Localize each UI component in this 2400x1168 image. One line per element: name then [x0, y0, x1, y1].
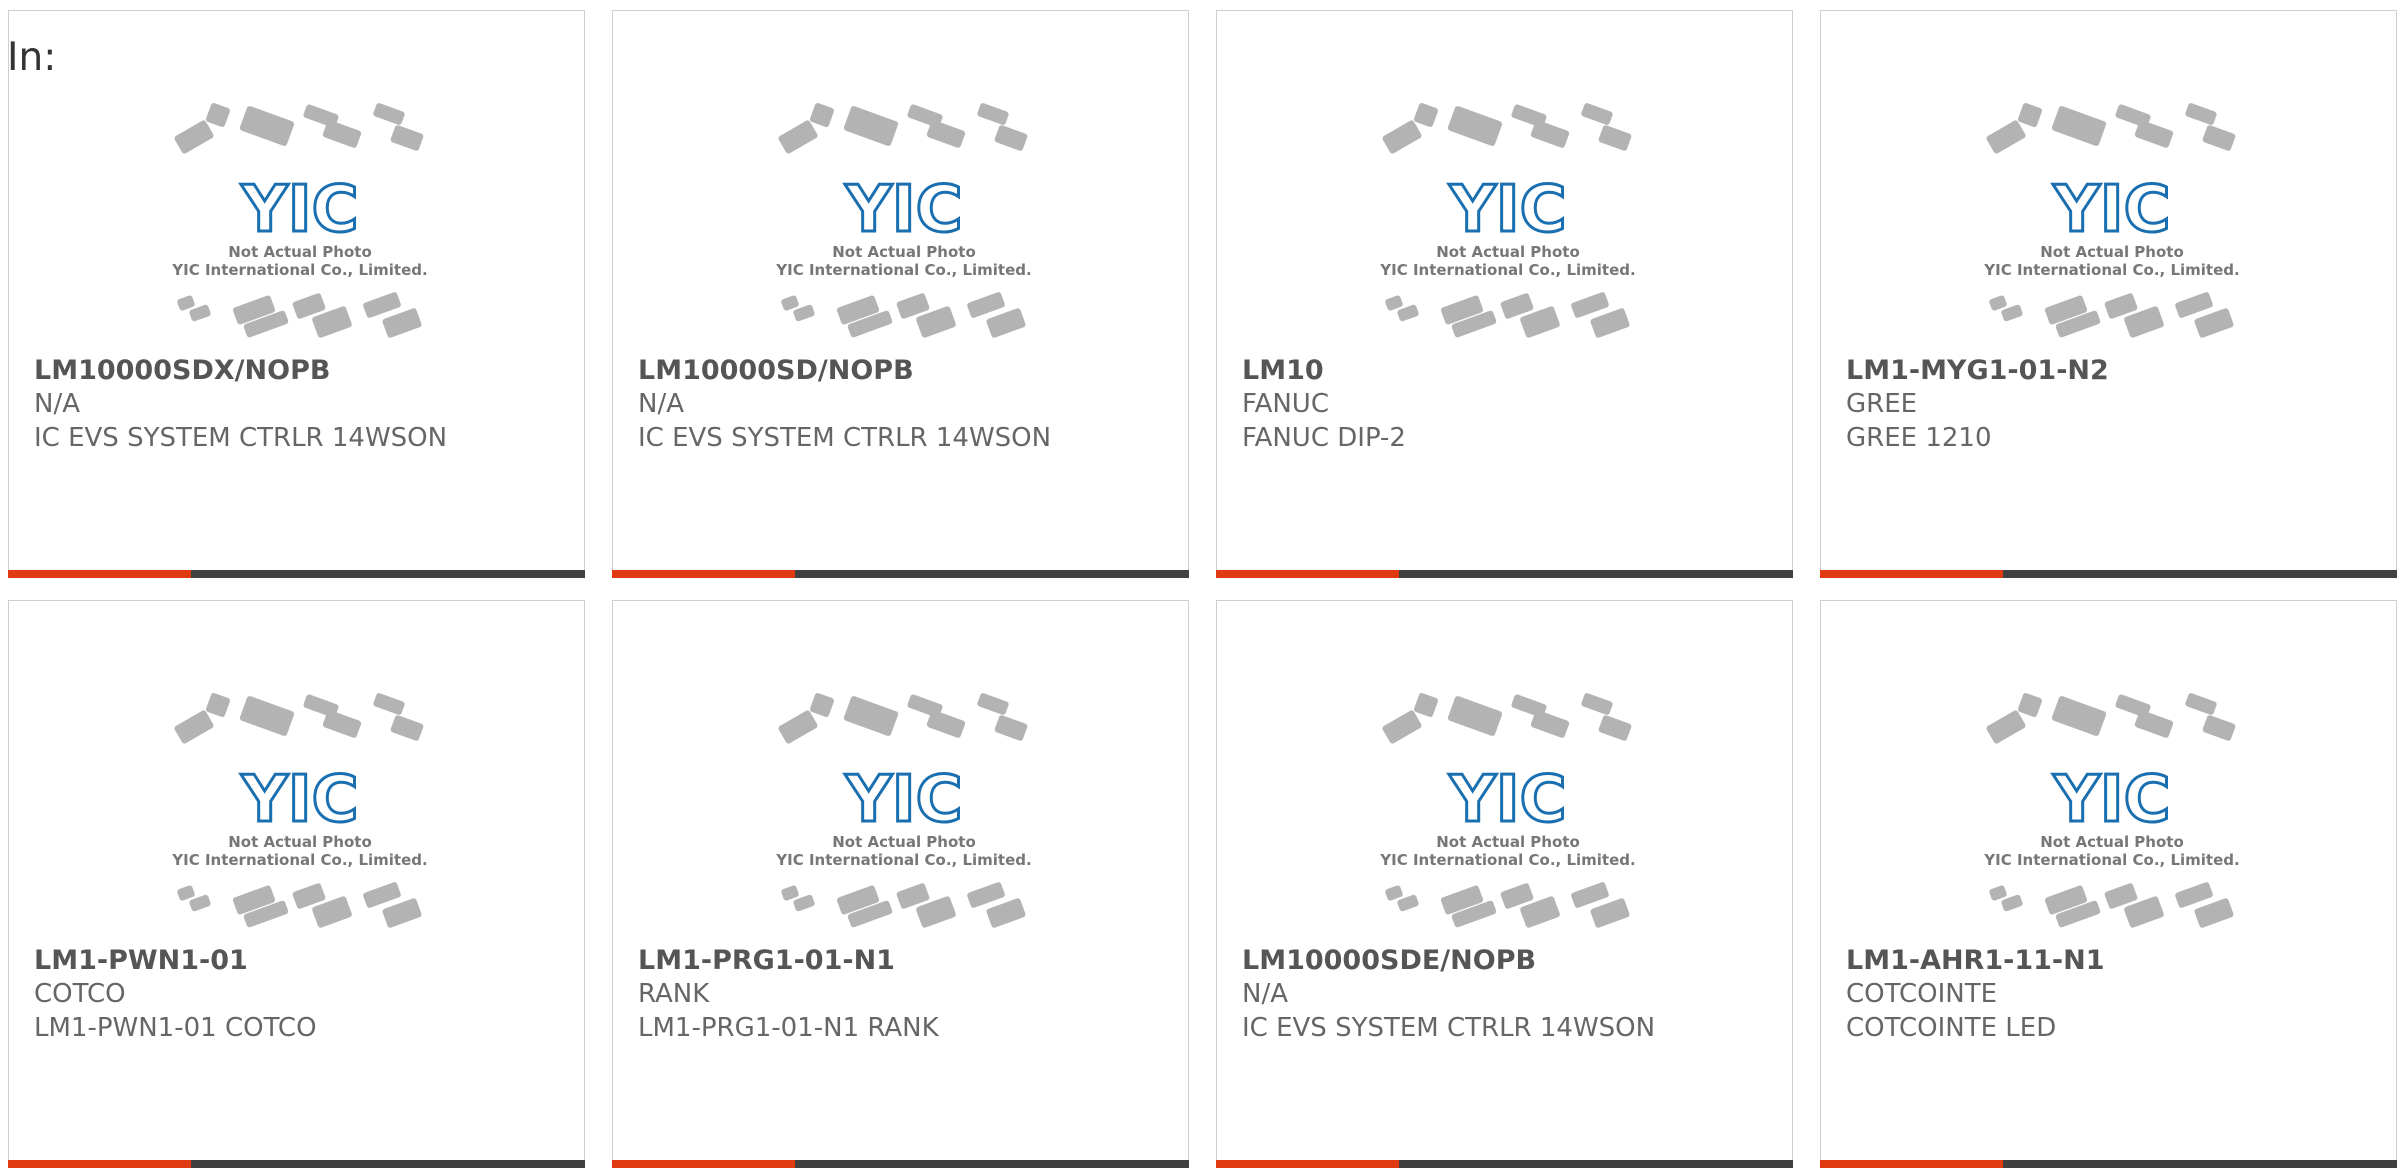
svg-text:Not Actual Photo: Not Actual Photo [2040, 243, 2184, 261]
card-bar-accent [1216, 1160, 1399, 1168]
product-thumbnail: YICNot Actual PhotoYIC International Co.… [1379, 693, 1636, 928]
svg-text:Not Actual Photo: Not Actual Photo [228, 243, 372, 261]
product-card[interactable]: YIC Not Actual Photo YIC International Co.… [8, 10, 585, 578]
part-number[interactable]: LM10000SD/NOPB [638, 355, 914, 386]
svg-text:YIC International Co., Limited: YIC International Co., Limited. [1379, 261, 1635, 279]
product-card[interactable]: YIC Not Actual Photo YIC International Co.… [8, 600, 585, 1168]
part-number[interactable]: LM1-PWN1-01 [34, 945, 248, 976]
card-bar-accent [8, 1160, 191, 1168]
manufacturer: N/A [1242, 979, 1288, 1009]
card-bar-accent [1820, 1160, 2003, 1168]
manufacturer: FANUC [1242, 389, 1329, 419]
svg-text:YIC International Co., Limited: YIC International Co., Limited. [171, 261, 427, 279]
svg-text:Not Actual Photo: Not Actual Photo [832, 833, 976, 851]
svg-text:Not Actual Photo: Not Actual Photo [832, 243, 976, 261]
svg-text:Not Actual Photo: Not Actual Photo [1436, 243, 1580, 261]
part-number[interactable]: LM1-PRG1-01-N1 [638, 945, 895, 976]
part-number[interactable]: LM1-AHR1-11-N1 [1846, 945, 2105, 976]
svg-text:YIC: YIC [240, 173, 358, 247]
card-bar [1820, 570, 2397, 578]
product-card[interactable]: YIC Not Actual Photo YIC International Co.… [612, 600, 1189, 1168]
product-thumbnail: YICNot Actual PhotoYIC International Co.… [1379, 103, 1636, 338]
description: LM1-PRG1-01-N1 RANK [638, 1013, 939, 1043]
manufacturer: COTCOINTE [1846, 979, 1998, 1009]
svg-text:YIC: YIC [844, 173, 962, 247]
product-card[interactable]: YIC Not Actual Photo YIC International Co.… [1820, 10, 2397, 578]
part-number[interactable]: LM10000SDX/NOPB [34, 355, 330, 386]
card-bar-accent [8, 570, 191, 578]
manufacturer: COTCO [34, 979, 126, 1009]
product-thumbnail: YICNot Actual PhotoYIC International Co.… [775, 103, 1032, 338]
manufacturer: N/A [638, 389, 684, 419]
card-bar-accent [612, 1160, 795, 1168]
svg-text:Not Actual Photo: Not Actual Photo [228, 833, 372, 851]
svg-text:YIC International Co., Limited: YIC International Co., Limited. [1379, 851, 1635, 869]
description: LM1-PWN1-01 COTCO [34, 1013, 317, 1043]
manufacturer: N/A [34, 389, 80, 419]
description: FANUC DIP-2 [1242, 423, 1406, 453]
svg-text:YIC: YIC [2052, 173, 2170, 247]
svg-text:Not Actual Photo: Not Actual Photo [1436, 833, 1580, 851]
product-card[interactable]: YIC Not Actual Photo YIC International Co.… [612, 10, 1189, 578]
svg-text:YIC: YIC [844, 763, 962, 837]
card-bar [612, 570, 1189, 578]
card-bar [8, 570, 585, 578]
card-bar-accent [1216, 570, 1399, 578]
svg-text:YIC International Co., Limited: YIC International Co., Limited. [775, 851, 1031, 869]
card-bar [612, 1160, 1189, 1168]
part-number[interactable]: LM10000SDE/NOPB [1242, 945, 1536, 976]
description: IC EVS SYSTEM CTRLR 14WSON [638, 423, 1052, 453]
card-bar [1820, 1160, 2397, 1168]
card-bar [1216, 1160, 1793, 1168]
description: COTCOINTE LED [1846, 1013, 2057, 1043]
manufacturer: GREE [1846, 389, 1918, 419]
manufacturer: RANK [638, 979, 710, 1009]
card-bar-accent [612, 570, 795, 578]
part-number[interactable]: LM1-MYG1-01-N2 [1846, 355, 2109, 386]
filter-label: In: [7, 35, 57, 80]
product-card[interactable]: YIC Not Actual Photo YIC International Co.… [1216, 600, 1793, 1168]
description: IC EVS SYSTEM CTRLR 14WSON [34, 423, 448, 453]
card-bar [8, 1160, 585, 1168]
product-thumbnail: YICNot Actual PhotoYIC International Co.… [1983, 693, 2240, 928]
svg-text:YIC: YIC [1448, 763, 1566, 837]
product-thumbnail: YICNot Actual PhotoYIC International Co.… [171, 693, 428, 928]
svg-text:YIC International Co., Limited: YIC International Co., Limited. [775, 261, 1031, 279]
svg-text:YIC International Co., Limited: YIC International Co., Limited. [1983, 851, 2239, 869]
product-card[interactable]: YIC Not Actual Photo YIC International Co.… [1820, 600, 2397, 1168]
product-card[interactable]: YIC Not Actual Photo YIC International Co.… [1216, 10, 1793, 578]
description: GREE 1210 [1846, 423, 1992, 453]
card-bar-accent [1820, 570, 2003, 578]
svg-text:YIC International Co., Limited: YIC International Co., Limited. [1983, 261, 2239, 279]
svg-text:YIC International Co., Limited: YIC International Co., Limited. [171, 851, 427, 869]
product-thumbnail: YICNot Actual PhotoYIC International Co.… [775, 693, 1032, 928]
card-bar [1216, 570, 1793, 578]
svg-text:YIC: YIC [2052, 763, 2170, 837]
svg-text:YIC: YIC [240, 763, 358, 837]
svg-text:Not Actual Photo: Not Actual Photo [2040, 833, 2184, 851]
product-thumbnail: YICNot Actual PhotoYIC International Co.… [171, 103, 428, 338]
part-number[interactable]: LM10 [1242, 355, 1324, 386]
svg-text:YIC: YIC [1448, 173, 1566, 247]
description: IC EVS SYSTEM CTRLR 14WSON [1242, 1013, 1656, 1043]
product-thumbnail: YICNot Actual PhotoYIC International Co.… [1983, 103, 2240, 338]
